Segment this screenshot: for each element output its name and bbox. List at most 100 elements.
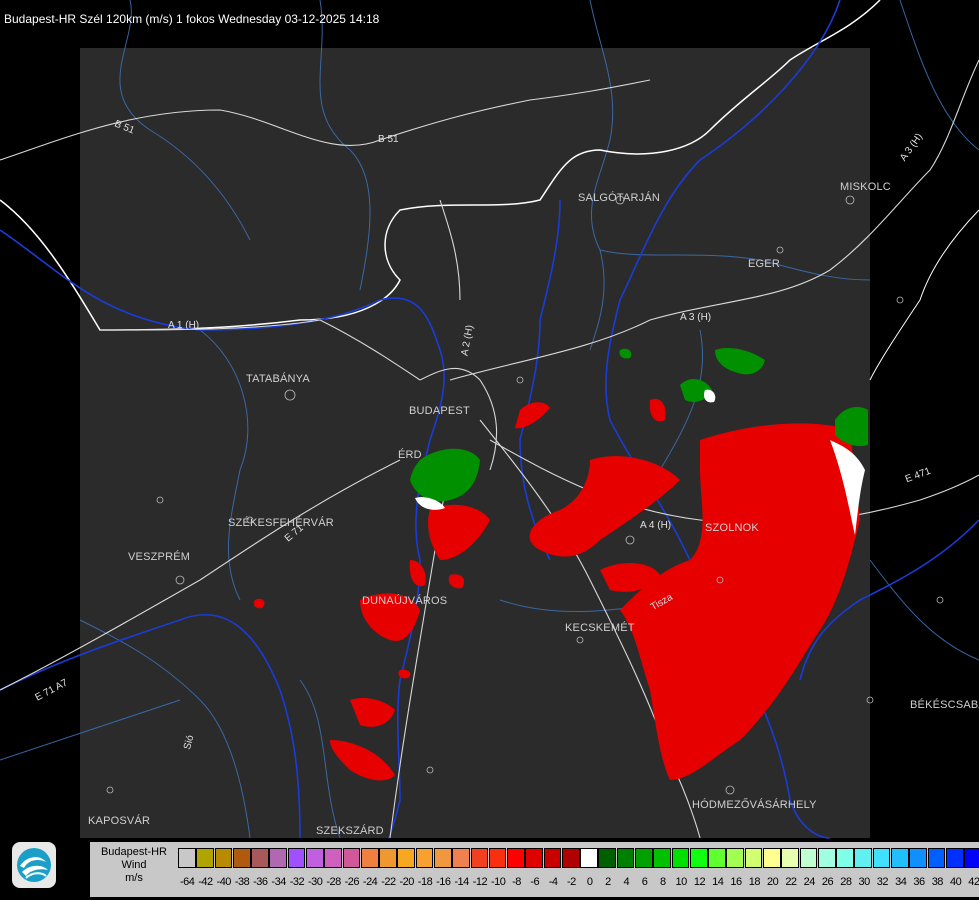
city-label: KECSKEMÉT (565, 622, 635, 634)
legend-swatch (269, 848, 288, 868)
legend-tick-label: 20 (767, 876, 779, 888)
legend-swatch (689, 848, 708, 868)
legend-tick-label: 40 (949, 876, 962, 888)
legend-tick-label: 18 (748, 876, 761, 888)
legend-swatch (470, 848, 489, 868)
legend-swatch (196, 848, 214, 868)
legend-tick-label: -32 (289, 876, 305, 888)
radar-map[interactable] (0, 0, 979, 900)
legend-swatch (799, 848, 818, 868)
legend-tick-label: 26 (821, 876, 834, 888)
legend-swatch (525, 848, 544, 868)
city-label: SZÉKESFEHÉRVÁR (228, 517, 334, 529)
legend-swatch (214, 848, 233, 868)
legend-tick-label: -24 (362, 876, 378, 888)
city-label: ÉRD (398, 449, 422, 461)
city-label: TATABÁNYA (246, 373, 310, 385)
road-label: A 3 (H) (680, 312, 712, 323)
legend-tick-label: -8 (512, 876, 521, 888)
legend-tick-label: 6 (641, 876, 648, 888)
legend-swatch (287, 848, 306, 868)
legend-swatch (671, 848, 690, 868)
legend-swatch (507, 848, 525, 868)
legend-swatch (178, 848, 196, 868)
legend-swatch (635, 848, 653, 868)
legend-swatch (616, 848, 635, 868)
city-label: SZOLNOK (705, 522, 759, 534)
legend-tick-label: 10 (675, 876, 688, 888)
legend-tick-label: -42 (198, 876, 213, 888)
legend-swatch (708, 848, 726, 868)
city-label: EGER (748, 258, 780, 270)
legend-swatch (342, 848, 361, 868)
legend-unit: m/s (125, 872, 143, 884)
legend-swatch (653, 848, 671, 868)
city-label: SALGÓTARJÁN (578, 192, 661, 204)
city-label: BUDAPEST (409, 405, 470, 417)
legend-swatch (251, 848, 269, 868)
color-scale-legend: Budapest-HR Wind m/s -64 -42 -40 -38 -36 -34-… (90, 842, 979, 897)
page-title: Budapest-HR Szél 120km (m/s) 1 fokos Wed… (4, 12, 380, 26)
legend-tick-label: -2 (566, 876, 576, 888)
legend-tick-label: 36 (913, 876, 925, 888)
road-label: B 51 (378, 134, 399, 145)
legend-tick-label: -20 (399, 876, 415, 888)
legend-quantity: Wind (121, 859, 147, 871)
legend-swatch (232, 848, 251, 868)
legend-swatch (433, 848, 452, 868)
legend-tick-label: 0 (586, 876, 593, 888)
legend-tick-label: -14 (454, 876, 469, 888)
legend-swatch (890, 848, 909, 868)
legend-swatch (726, 848, 745, 868)
legend-tick-label: -38 (234, 876, 250, 888)
legend-swatch (945, 848, 964, 868)
city-label: BÉKÉSCSABA (910, 699, 979, 711)
legend-swatch (397, 848, 416, 868)
legend-swatch (598, 848, 617, 868)
legend-swatch (379, 848, 397, 868)
legend-swatches (178, 848, 979, 870)
legend-swatch (964, 848, 979, 868)
legend-swatch (872, 848, 891, 868)
legend-label: Budapest-HR Wind m/s (90, 846, 178, 885)
legend-tick-label: 8 (660, 876, 666, 888)
legend-tick-label: -6 (530, 876, 540, 888)
legend-swatch (744, 848, 763, 868)
legend-tick-label: -36 (253, 876, 268, 888)
city-label: HÓDMEZŐVÁSÁRHELY (692, 799, 817, 811)
legend-tick-label: -40 (216, 876, 232, 888)
legend-tick-label: 22 (785, 876, 797, 888)
legend-swatch (854, 848, 873, 868)
legend-swatch (561, 848, 580, 868)
legend-tick-label: 38 (931, 876, 944, 888)
legend-tick-label: 12 (693, 876, 706, 888)
legend-swatch (927, 848, 946, 868)
legend-tick-label: 30 (858, 876, 871, 888)
legend-tick-label: -26 (344, 876, 360, 888)
country-border-east (869, 209, 979, 381)
legend-swatch (543, 848, 562, 868)
legend-tick-label: -34 (271, 876, 286, 888)
legend-tick-label: 32 (876, 876, 889, 888)
legend-swatch (305, 848, 324, 868)
legend-tick-label: 14 (712, 876, 724, 888)
legend-tick-label: 42 (968, 876, 979, 888)
legend-swatch (817, 848, 836, 868)
legend-swatch (360, 848, 379, 868)
legend-swatch (415, 848, 434, 868)
legend-ticks: -64 -42 -40 -38 -36 -34 -32 -30 -28 -26 -24 -22 -20-… (178, 876, 979, 888)
legend-tick-label: 16 (730, 876, 742, 888)
legend-tick-label: 2 (605, 876, 611, 888)
legend-swatch (452, 848, 470, 868)
met-service-logo-icon (12, 842, 56, 888)
legend-tick-label: -22 (381, 876, 396, 888)
legend-tick-label: 24 (803, 876, 816, 888)
legend-swatch (324, 848, 342, 868)
city-label: DUNAÚJVÁROS (362, 595, 448, 607)
legend-swatch (763, 848, 781, 868)
city-label: VESZPRÉM (128, 551, 191, 563)
legend-tick-label: 28 (840, 876, 852, 888)
legend-radar-name: Budapest-HR (100, 846, 168, 858)
legend-tick-label: -12 (472, 876, 488, 888)
legend-tick-label: -64 (179, 876, 195, 888)
